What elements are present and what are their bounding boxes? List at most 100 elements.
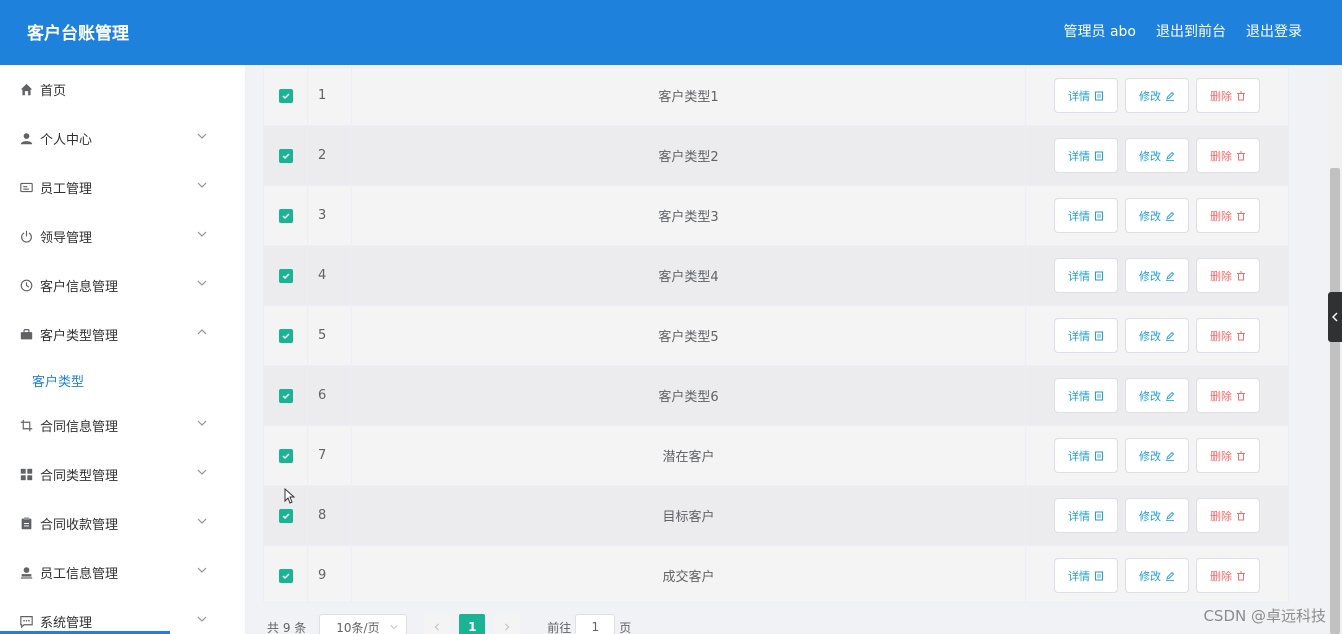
edit-button[interactable]: 修改 <box>1125 558 1189 593</box>
delete-button[interactable]: 删除 <box>1196 498 1260 533</box>
mouse-cursor-icon <box>284 488 296 504</box>
detail-button[interactable]: 详情 <box>1054 558 1118 593</box>
pencil-icon <box>1166 271 1175 281</box>
edit-button[interactable]: 修改 <box>1125 198 1189 233</box>
row-checkbox-cell <box>264 186 308 245</box>
document-icon <box>1095 391 1103 400</box>
detail-button[interactable]: 详情 <box>1054 378 1118 413</box>
row-checkbox[interactable] <box>278 148 293 163</box>
row-checkbox[interactable] <box>278 88 293 103</box>
sidebar-item-contract-type[interactable]: 合同类型管理 <box>0 450 245 499</box>
delete-button[interactable]: 删除 <box>1196 138 1260 173</box>
delete-button[interactable]: 删除 <box>1196 78 1260 113</box>
detail-button[interactable]: 详情 <box>1054 138 1118 173</box>
table-row: 5 客户类型5 详情 修改 删除 <box>264 306 1288 366</box>
sidebar-item-customer-type[interactable]: 客户类型管理 <box>0 310 245 359</box>
sidebar-item-home[interactable]: 首页 <box>0 65 245 114</box>
trash-icon <box>1237 571 1245 580</box>
sidebar-item-contract-info[interactable]: 合同信息管理 <box>0 401 245 450</box>
pagination: 共 9 条 10条/页 1 前往 页 <box>267 613 631 634</box>
logout-link[interactable]: 退出登录 <box>1246 21 1302 41</box>
row-checkbox[interactable] <box>278 508 293 523</box>
page-number-button[interactable]: 1 <box>459 614 486 634</box>
edit-button[interactable]: 修改 <box>1125 138 1189 173</box>
id-card-icon <box>18 180 34 196</box>
check-icon <box>281 92 290 99</box>
detail-button[interactable]: 详情 <box>1054 198 1118 233</box>
delete-button[interactable]: 删除 <box>1196 198 1260 233</box>
edit-button-label: 修改 <box>1139 269 1161 283</box>
detail-button[interactable]: 详情 <box>1054 258 1118 293</box>
sidebar-item-contract-payment[interactable]: 合同收款管理 <box>0 499 245 548</box>
sidebar-item-label: 客户类型管理 <box>40 329 119 344</box>
detail-button[interactable]: 详情 <box>1054 438 1118 473</box>
page-scrollbar[interactable] <box>1328 65 1342 634</box>
customer-type-name: 成交客户 <box>352 546 1026 602</box>
edit-button[interactable]: 修改 <box>1125 78 1189 113</box>
trash-icon <box>1237 331 1245 340</box>
check-icon <box>281 572 290 579</box>
page-size-select[interactable]: 10条/页 <box>319 614 408 634</box>
header-nav: 管理员 abo 退出到前台 退出登录 <box>1064 21 1302 41</box>
sidebar-item-customer-info[interactable]: 客户信息管理 <box>0 261 245 310</box>
sidebar-item-personal-center[interactable]: 个人中心 <box>0 114 245 163</box>
goto-page-input[interactable] <box>575 614 616 634</box>
prev-page-button[interactable] <box>424 614 451 634</box>
stamp-icon <box>18 565 34 581</box>
admin-user-link[interactable]: 管理员 abo <box>1064 21 1136 41</box>
row-checkbox[interactable] <box>278 328 293 343</box>
row-checkbox-cell <box>264 246 308 305</box>
next-page-button[interactable] <box>494 614 521 634</box>
goto-page: 前往 页 <box>547 614 631 634</box>
trash-icon <box>1237 511 1245 520</box>
edit-button[interactable]: 修改 <box>1125 378 1189 413</box>
scrollbar-thumb[interactable] <box>1330 168 1340 634</box>
sidebar-item-label: 系统管理 <box>40 616 93 631</box>
edit-button-label: 修改 <box>1139 89 1161 103</box>
sidebar-item-label: 首页 <box>40 84 67 99</box>
detail-button[interactable]: 详情 <box>1054 498 1118 533</box>
row-checkbox[interactable] <box>278 448 293 463</box>
delete-button[interactable]: 删除 <box>1196 438 1260 473</box>
sidebar-item-employee[interactable]: 员工管理 <box>0 163 245 212</box>
crop-icon <box>18 418 34 434</box>
sidebar-item-employee-info[interactable]: 员工信息管理 <box>0 548 245 597</box>
row-index: 9 <box>308 546 352 602</box>
customer-type-name: 目标客户 <box>352 486 1026 545</box>
row-actions: 详情 修改 删除 <box>1026 306 1288 365</box>
row-actions: 详情 修改 删除 <box>1026 366 1288 425</box>
row-checkbox[interactable] <box>278 568 293 583</box>
detail-button-label: 详情 <box>1068 269 1090 283</box>
sidebar-subitem-customer-type[interactable]: 客户类型 <box>0 359 245 401</box>
sidebar-item-label: 合同类型管理 <box>40 469 119 484</box>
goto-prefix: 前往 <box>547 620 572 634</box>
delete-button[interactable]: 删除 <box>1196 378 1260 413</box>
delete-button[interactable]: 删除 <box>1196 258 1260 293</box>
edit-button-label: 修改 <box>1139 389 1161 403</box>
edit-button[interactable]: 修改 <box>1125 258 1189 293</box>
back-to-frontend-link[interactable]: 退出到前台 <box>1156 21 1226 41</box>
row-index: 4 <box>308 246 352 305</box>
customer-type-name: 客户类型3 <box>352 186 1026 245</box>
customer-type-name: 潜在客户 <box>352 426 1026 485</box>
edit-button[interactable]: 修改 <box>1125 438 1189 473</box>
side-collapse-tab[interactable] <box>1328 292 1342 342</box>
edit-button[interactable]: 修改 <box>1125 318 1189 353</box>
sidebar-item-system[interactable]: 系统管理 <box>0 597 245 634</box>
row-checkbox-cell <box>264 306 308 365</box>
detail-button[interactable]: 详情 <box>1054 78 1118 113</box>
edit-button-label: 修改 <box>1139 149 1161 163</box>
delete-button[interactable]: 删除 <box>1196 558 1260 593</box>
detail-button[interactable]: 详情 <box>1054 318 1118 353</box>
edit-button[interactable]: 修改 <box>1125 498 1189 533</box>
customer-type-table: 1 客户类型1 详情 修改 删除 2 客户类型2 详情 修改 删除 3 客户类型3 详情 修改 删除 4 客户类… <box>263 67 1289 603</box>
chevron-down-icon <box>197 469 207 475</box>
chevron-up-icon <box>197 329 207 335</box>
row-checkbox[interactable] <box>278 268 293 283</box>
row-index: 2 <box>308 126 352 185</box>
row-checkbox[interactable] <box>278 208 293 223</box>
sidebar-item-leader[interactable]: 领导管理 <box>0 212 245 261</box>
customer-type-name: 客户类型6 <box>352 366 1026 425</box>
row-checkbox[interactable] <box>278 388 293 403</box>
delete-button[interactable]: 删除 <box>1196 318 1260 353</box>
